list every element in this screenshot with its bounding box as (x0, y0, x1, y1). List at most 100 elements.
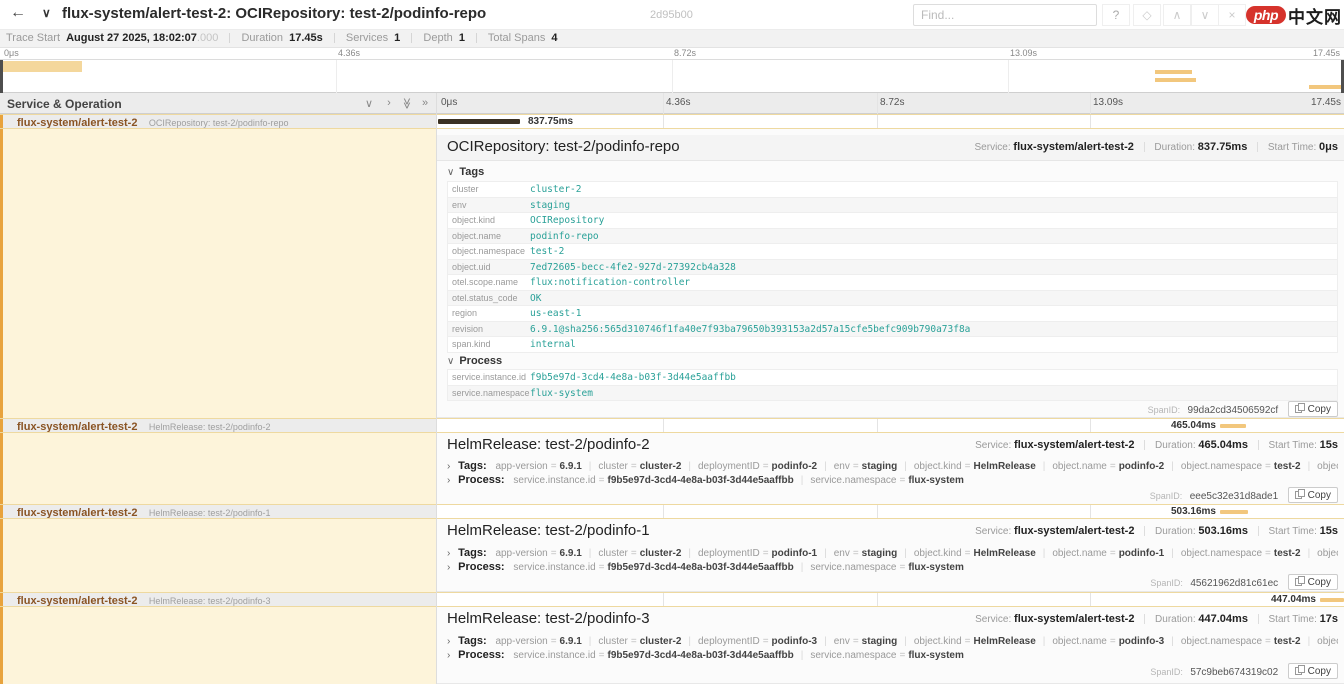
help-icon[interactable]: ? (1102, 4, 1130, 26)
kv-row: object.uid7ed72605-becc-4fe2-927d-27392c… (448, 260, 1337, 276)
duration-value: 447.04ms (1198, 613, 1248, 625)
kv-row: service.instance.idf9b5e97d-3cd4-4e8a-b0… (448, 370, 1337, 386)
trace-title: flux-system/alert-test-2: OCIRepository:… (62, 5, 486, 22)
collapse-all-icon[interactable]: ∨ (362, 97, 376, 110)
copy-button[interactable]: Copy (1288, 663, 1338, 679)
inline-tag-pair: service.namespace=flux-system (810, 475, 964, 486)
span-detail-header[interactable]: HelmRelease: test-2/podinfo-2 Service: f… (437, 435, 1344, 457)
inline-tag-pair: deploymentID=podinfo-2 (698, 461, 817, 472)
span-row-name-cell[interactable]: flux-system/alert-test-2 HelmRelease: te… (0, 505, 436, 518)
collapse-one-icon[interactable]: » (418, 97, 432, 109)
start-time-label: Start Time: (1268, 142, 1316, 153)
copy-icon (1295, 576, 1304, 586)
span-duration-label: 465.04ms (1171, 420, 1216, 431)
tags-summary-row[interactable]: › Tags: app-version=6.9.1|cluster=cluste… (447, 460, 1338, 473)
span-row-name-cell[interactable]: flux-system/alert-test-2 OCIRepository: … (0, 115, 436, 128)
service-label: Service: (975, 526, 1011, 537)
pair-divider: | (1043, 548, 1046, 559)
process-inline-list: service.instance.id=f9b5e97d-3cd4-4e8a-b… (513, 562, 964, 573)
find-input[interactable] (913, 4, 1097, 26)
minimap-span-bar (2, 61, 82, 72)
expand-all-icon[interactable]: ≫ (401, 97, 414, 111)
expand-one-icon[interactable]: › (382, 97, 396, 109)
kv-row: object.namespacetest-2 (448, 244, 1337, 260)
pair-divider: | (824, 461, 827, 472)
start-time-value: 0μs (1319, 141, 1338, 153)
span-detail-content: OCIRepository: test-2/podinfo-repo Servi… (437, 129, 1344, 418)
minimap-scrubber[interactable] (0, 59, 1344, 93)
chevron-right-icon: › (447, 461, 450, 472)
inline-tag-pair: cluster=cluster-2 (598, 636, 681, 647)
span-operation-name: HelmRelease: test-2/podinfo-2 (149, 422, 271, 432)
span-detail-title: HelmRelease: test-2/podinfo-3 (447, 610, 650, 627)
kv-value: flux:notification-controller (530, 275, 1337, 290)
span-duration-bar[interactable] (1320, 598, 1344, 602)
service-value: flux-system/alert-test-2 (1014, 613, 1134, 625)
top-bar: ← ∨ flux-system/alert-test-2: OCIReposit… (0, 0, 1344, 30)
copy-button[interactable]: Copy (1288, 401, 1338, 417)
span-row[interactable]: flux-system/alert-test-2 HelmRelease: te… (0, 504, 1344, 519)
clear-search-button[interactable]: × (1218, 4, 1246, 26)
span-service-name: flux-system/alert-test-2 (17, 507, 137, 518)
span-row-name-cell[interactable]: flux-system/alert-test-2 HelmRelease: te… (0, 593, 436, 606)
tags-section-label: Tags: (458, 635, 487, 647)
kv-row: span.kindinternal (448, 337, 1337, 353)
pair-divider: | (1308, 548, 1311, 559)
copy-icon (1295, 403, 1304, 413)
prev-result-button[interactable]: ∧ (1163, 4, 1191, 26)
span-duration-bar[interactable] (1220, 424, 1246, 428)
copy-button[interactable]: Copy (1288, 574, 1338, 590)
inline-tag-pair: cluster=cluster-2 (598, 548, 681, 559)
minimap-drag-handle-left[interactable] (0, 60, 3, 94)
copy-label: Copy (1308, 404, 1331, 415)
process-summary-row[interactable]: › Process: service.instance.id=f9b5e97d-… (447, 474, 1338, 487)
span-operation-name: HelmRelease: test-2/podinfo-1 (149, 508, 271, 518)
duration-label: Duration: (1155, 614, 1196, 625)
services-label: Services (346, 32, 388, 44)
process-summary-row[interactable]: › Process: service.instance.id=f9b5e97d-… (447, 561, 1338, 574)
span-detail-header[interactable]: OCIRepository: test-2/podinfo-repo Servi… (437, 135, 1344, 161)
span-duration-bar[interactable] (1220, 510, 1248, 514)
start-time-value: 17s (1320, 613, 1338, 625)
kv-key: env (448, 198, 530, 213)
span-id-footer: SpanID: 57c9beb674319c02 Copy (1150, 663, 1338, 679)
match-count-icon[interactable]: ◇ (1133, 4, 1161, 26)
pair-divider: | (801, 562, 804, 573)
chevron-down-icon: ∨ (447, 356, 454, 367)
span-detail-content: HelmRelease: test-2/podinfo-2 Service: f… (437, 433, 1344, 505)
copy-button[interactable]: Copy (1288, 487, 1338, 503)
inline-tag-pair: object.uid=4aa0644f-4fe8-4484-a950-b7219… (1317, 548, 1338, 559)
span-detail-header[interactable]: HelmRelease: test-2/podinfo-3 Service: f… (437, 609, 1344, 631)
span-row-timeline-cell: 837.75ms (436, 115, 1344, 128)
span-detail-panel: HelmRelease: test-2/podinfo-2 Service: f… (0, 433, 1344, 505)
next-result-button[interactable]: ∨ (1191, 4, 1219, 26)
pair-divider: | (904, 461, 907, 472)
span-row[interactable]: flux-system/alert-test-2 HelmRelease: te… (0, 418, 1344, 433)
span-detail-header[interactable]: HelmRelease: test-2/podinfo-1 Service: f… (437, 521, 1344, 543)
span-row-name-cell[interactable]: flux-system/alert-test-2 HelmRelease: te… (0, 419, 436, 432)
kv-key: object.uid (448, 260, 530, 275)
tags-summary-row[interactable]: › Tags: app-version=6.9.1|cluster=cluste… (447, 547, 1338, 560)
span-row[interactable]: flux-system/alert-test-2 HelmRelease: te… (0, 592, 1344, 607)
php-cn-logo: php 中文网 (1246, 3, 1342, 27)
pair-divider: | (1043, 636, 1046, 647)
kv-value: OK (530, 291, 1337, 306)
inline-tag-pair: object.namespace=test-2 (1181, 548, 1301, 559)
back-icon[interactable]: ← (10, 4, 26, 22)
tags-section-label: Tags: (458, 460, 487, 472)
service-label: Service: (975, 614, 1011, 625)
chevron-down-icon[interactable]: ∨ (42, 6, 51, 20)
minimap-span-bar (1155, 70, 1192, 74)
process-summary-row[interactable]: › Process: service.instance.id=f9b5e97d-… (447, 649, 1338, 662)
process-inline-list: service.instance.id=f9b5e97d-3cd4-4e8a-b… (513, 650, 964, 661)
pair-divider: | (904, 548, 907, 559)
kv-value: podinfo-repo (530, 229, 1337, 244)
copy-label: Copy (1308, 490, 1331, 501)
span-id-value: 57c9beb674319c02 (1190, 667, 1278, 678)
process-section-toggle[interactable]: ∨Process (447, 355, 502, 367)
pair-divider: | (1171, 548, 1174, 559)
span-row[interactable]: flux-system/alert-test-2 OCIRepository: … (0, 114, 1344, 129)
tags-summary-row[interactable]: › Tags: app-version=6.9.1|cluster=cluste… (447, 635, 1338, 648)
tags-section-toggle[interactable]: ∨Tags (447, 166, 484, 178)
span-duration-bar[interactable] (438, 119, 520, 124)
